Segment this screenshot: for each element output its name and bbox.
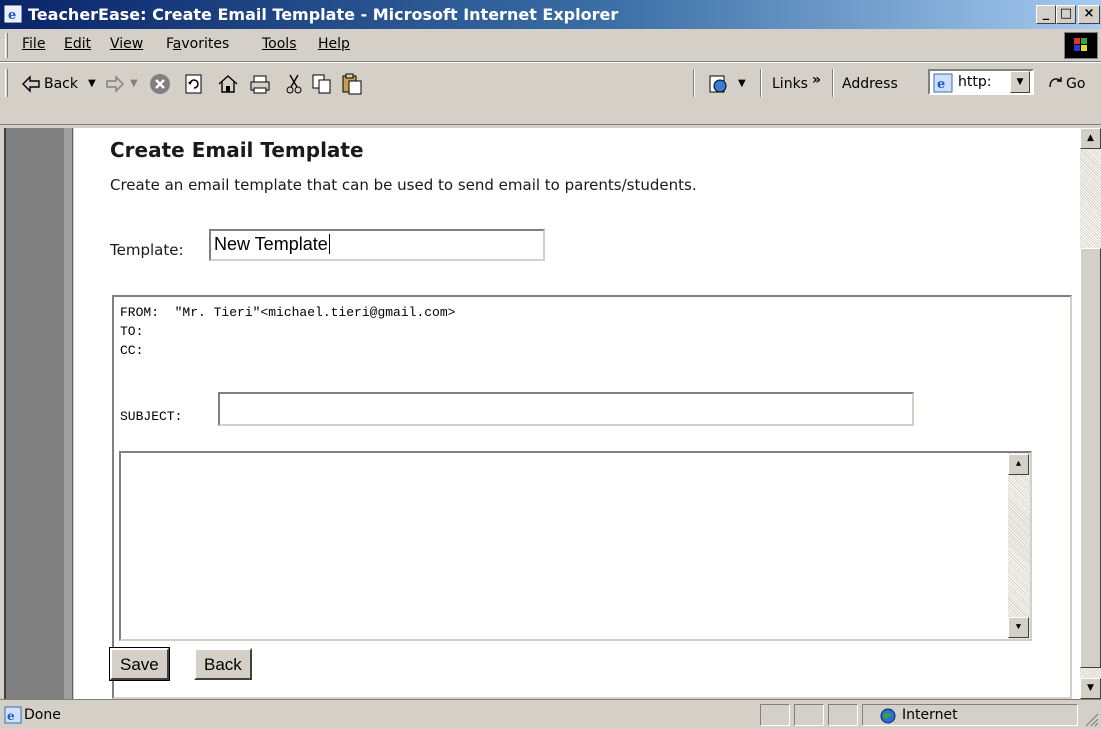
stop-icon[interactable] — [148, 72, 172, 96]
status-panel — [794, 704, 824, 726]
left-frame-edge — [64, 128, 73, 699]
security-zone-text: Internet — [902, 707, 958, 723]
menu-tools[interactable]: Tools — [262, 36, 297, 52]
ie-icon: e — [4, 5, 22, 23]
menu-help[interactable]: Help — [318, 36, 350, 52]
page-title: Create Email Template — [110, 138, 364, 162]
menu-edit[interactable]: Edit — [64, 36, 91, 52]
toolbar-separator — [832, 69, 834, 97]
links-chevron[interactable]: » — [812, 69, 821, 91]
back-arrow-icon[interactable] — [20, 73, 42, 95]
address-value: http: — [958, 74, 992, 90]
svg-text:e: e — [7, 709, 15, 723]
standard-toolbar: Back ▼ ▼ ▼ Links » Address e http: ▼ Go — [0, 62, 1101, 124]
paste-icon[interactable] — [340, 72, 364, 96]
subject-input[interactable] — [218, 392, 914, 426]
template-name-input[interactable]: New Template — [209, 229, 545, 261]
edit-page-icon[interactable] — [706, 72, 730, 96]
left-frame-panel — [4, 128, 64, 699]
resize-grip-icon[interactable] — [1084, 712, 1099, 727]
address-dropdown-button[interactable]: ▼ — [1010, 71, 1030, 93]
body-scrollbar[interactable] — [1008, 453, 1030, 639]
status-text: Done — [24, 707, 61, 723]
email-template-panel: FROM: "Mr. Tieri"<michael.tieri@gmail.co… — [112, 295, 1072, 699]
template-label: Template: — [110, 241, 184, 259]
message-body-textarea[interactable]: ▲ ▼ — [119, 451, 1032, 641]
maximize-button[interactable]: □ — [1056, 5, 1076, 24]
subject-label: SUBJECT: — [120, 409, 183, 424]
address-label: Address — [842, 76, 898, 92]
close-button[interactable]: × — [1078, 5, 1100, 24]
toolbar-grip[interactable] — [5, 69, 8, 97]
scrollbar-thumb[interactable] — [1080, 248, 1101, 668]
status-bar: e Done Internet — [0, 699, 1101, 729]
window-title: TeacherEase: Create Email Template - Mic… — [28, 5, 619, 24]
back-button[interactable]: Back — [194, 648, 252, 680]
menu-favorites[interactable]: Favorites — [166, 36, 229, 52]
ie-page-status-icon: e — [4, 706, 22, 724]
menu-bar: File Edit View Favorites Tools Help — [0, 29, 1101, 62]
status-panel — [760, 704, 790, 726]
refresh-icon[interactable] — [182, 72, 206, 96]
menu-file[interactable]: File — [22, 36, 45, 52]
forward-arrow-icon[interactable] — [104, 73, 126, 95]
cut-icon[interactable] — [282, 72, 306, 96]
window-titlebar: e TeacherEase: Create Email Template - M… — [0, 0, 1101, 29]
page-description: Create an email template that can be use… — [110, 176, 697, 194]
windows-flag-icon — [1074, 38, 1087, 51]
toolbar-separator — [760, 69, 762, 97]
windows-logo-throbber — [1064, 32, 1098, 59]
menubar-grip[interactable] — [5, 33, 8, 58]
status-panel — [828, 704, 858, 726]
menu-view[interactable]: View — [110, 36, 143, 52]
toolbar-separator — [693, 69, 695, 97]
forward-dropdown-icon[interactable]: ▼ — [130, 73, 138, 95]
scroll-up-button[interactable]: ▲ — [1080, 128, 1101, 149]
go-arrow-icon[interactable] — [1046, 73, 1066, 93]
scroll-down-button[interactable]: ▼ — [1080, 678, 1101, 699]
svg-text:e: e — [8, 8, 16, 23]
copy-icon[interactable] — [310, 72, 334, 96]
from-line: FROM: "Mr. Tieri"<michael.tieri@gmail.co… — [120, 305, 456, 320]
back-button-label[interactable]: Back — [44, 73, 78, 95]
web-page: Create Email Template Create an email te… — [74, 128, 1080, 699]
back-dropdown-icon[interactable]: ▼ — [88, 73, 96, 95]
print-icon[interactable] — [248, 72, 272, 96]
svg-text:e: e — [937, 77, 945, 92]
save-button[interactable]: Save — [109, 647, 170, 681]
body-scroll-down-button[interactable]: ▼ — [1008, 617, 1029, 638]
go-button[interactable]: Go — [1066, 73, 1085, 95]
body-scroll-up-button[interactable]: ▲ — [1008, 454, 1029, 475]
links-button[interactable]: Links — [772, 73, 808, 95]
ie-page-icon: e — [933, 73, 953, 93]
page-scrollbar[interactable]: ▲ ▼ — [1080, 128, 1101, 699]
home-icon[interactable] — [216, 72, 240, 96]
minimize-button[interactable]: _ — [1036, 5, 1056, 24]
edit-dropdown-icon[interactable]: ▼ — [738, 73, 746, 95]
content-frame-border — [0, 124, 1101, 127]
to-line: TO: — [120, 324, 144, 339]
cc-line: CC: — [120, 343, 144, 358]
globe-icon — [880, 708, 896, 724]
